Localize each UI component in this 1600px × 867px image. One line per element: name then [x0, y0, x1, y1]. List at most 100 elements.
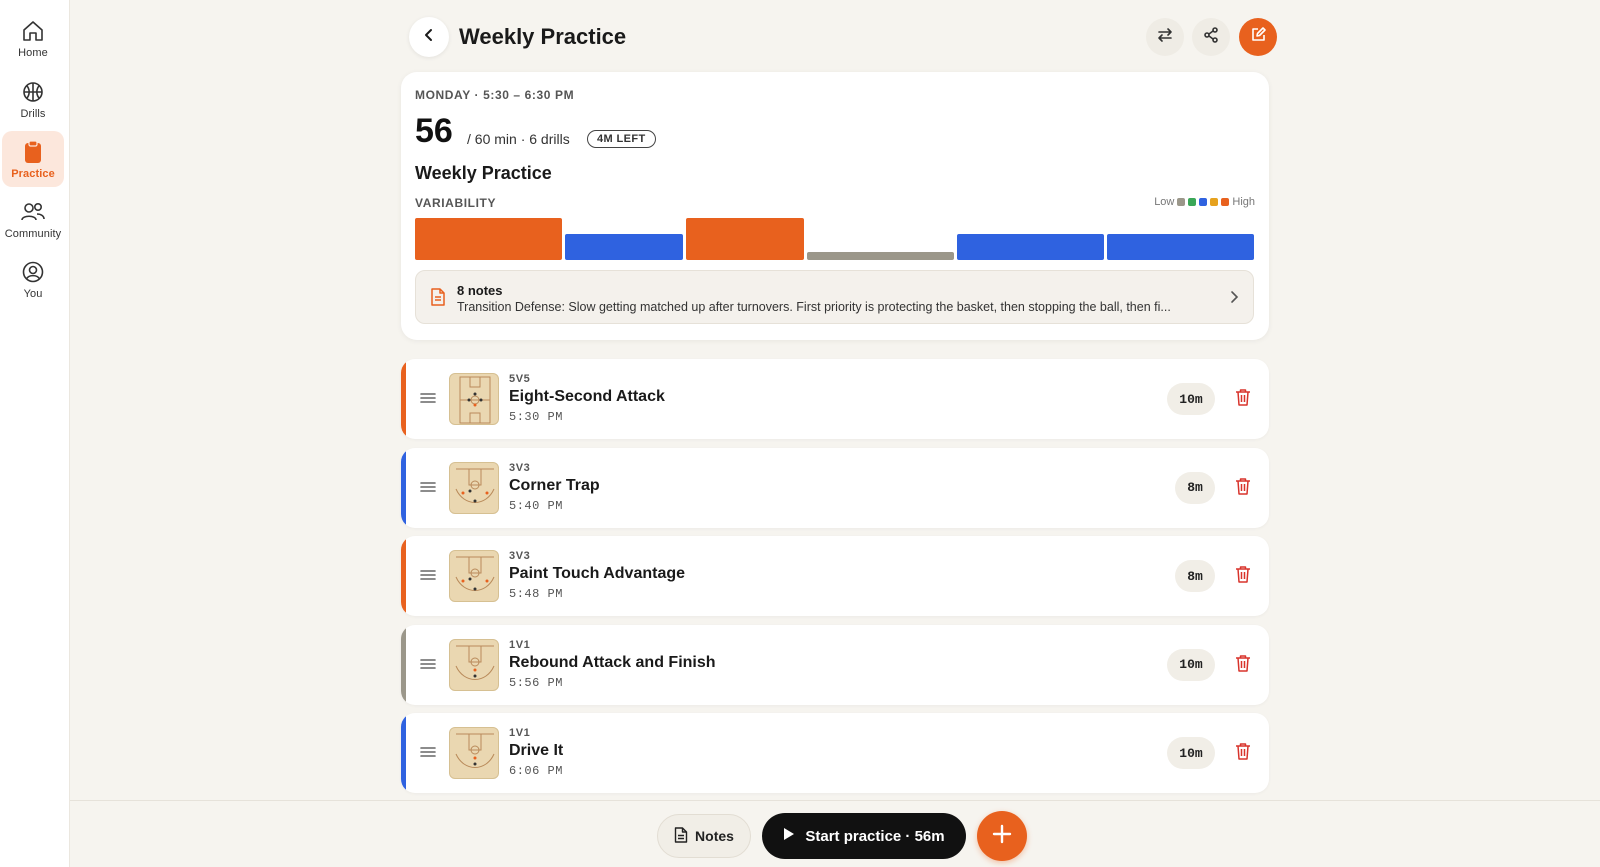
drill-name: Drive It [509, 742, 564, 759]
back-button[interactable] [409, 17, 449, 57]
variability-bars [415, 216, 1254, 260]
variability-bar [1106, 234, 1254, 260]
legend-swatch-grey [1177, 198, 1186, 206]
drill-type: 1V1 [509, 638, 531, 651]
drag-handle-icon[interactable] [419, 745, 437, 759]
drag-handle-icon[interactable] [419, 480, 437, 494]
trash-icon[interactable] [1235, 477, 1251, 500]
legend-swatch-orange [1221, 198, 1230, 206]
drill-duration[interactable]: 10m [1167, 383, 1215, 415]
court-diagram-thumbnail [449, 373, 499, 425]
user-icon [20, 259, 46, 285]
add-drill-button[interactable] [977, 811, 1027, 861]
nav-drills-label: Drills [20, 108, 46, 120]
variability-bar [806, 252, 954, 260]
notes-button[interactable]: Notes [657, 814, 751, 858]
variability-stripe [401, 624, 406, 705]
variability-bar [956, 234, 1104, 260]
share-icon [1202, 26, 1220, 49]
drill-name: Eight-Second Attack [509, 388, 665, 405]
drill-type: 1V1 [509, 727, 531, 739]
drill-start-time: 5:30 PM [509, 410, 563, 424]
back-arrow-icon [421, 27, 437, 48]
legend-low-label: Low [1154, 196, 1175, 208]
drill-row[interactable]: 1V1 Drive It 6:06 PM 10m [401, 713, 1269, 793]
play-icon [783, 827, 795, 845]
drill-type: 3V3 [509, 461, 531, 474]
time-remaining-badge: 4M LEFT [587, 130, 656, 148]
page-title: Weekly Practice [459, 24, 627, 49]
drill-duration[interactable]: 10m [1167, 648, 1215, 681]
swap-icon [1156, 26, 1174, 49]
drag-handle-icon[interactable] [419, 657, 437, 671]
drill-duration[interactable]: 8m [1175, 471, 1215, 504]
drill-row[interactable]: 1V1 Rebound Attack and Finish 5:56 PM 10m [401, 624, 1269, 705]
start-practice-button[interactable]: Start practice · 56m [762, 813, 966, 859]
document-icon [430, 288, 446, 311]
practice-title: Weekly Practice [415, 163, 552, 183]
nav-community-label: Community [4, 228, 62, 240]
edit-icon [1249, 26, 1267, 49]
variability-stripe [401, 359, 406, 439]
nav-you-label: You [23, 288, 43, 300]
drag-handle-icon[interactable] [419, 568, 437, 582]
drill-type: 3V3 [509, 550, 531, 562]
nav-you[interactable]: You [2, 251, 64, 307]
start-practice-label: Start practice · 56m [805, 827, 945, 845]
drill-start-time: 5:48 PM [509, 587, 563, 601]
drill-duration[interactable]: 10m [1167, 737, 1215, 769]
legend-swatch-green [1188, 198, 1197, 206]
nav-drills[interactable]: Drills [2, 71, 64, 127]
court-diagram-thumbnail [449, 727, 499, 779]
variability-stripe [401, 447, 406, 528]
drill-type: 5V5 [509, 373, 531, 385]
variability-label: VARIABILITY [415, 196, 497, 210]
sidebar: Home Drills Practice Community You [0, 0, 70, 867]
basketball-icon [20, 79, 46, 105]
plus-icon [992, 824, 1012, 849]
home-icon [20, 18, 46, 44]
legend-swatch-yellow [1210, 198, 1219, 206]
trash-icon[interactable] [1235, 742, 1251, 765]
nav-home[interactable]: Home [2, 10, 64, 66]
drill-duration[interactable]: 8m [1175, 560, 1215, 592]
variability-stripe [401, 536, 406, 616]
variability-stripe [401, 713, 406, 793]
nav-home-label: Home [18, 47, 48, 59]
trash-icon[interactable] [1235, 565, 1251, 588]
notes-count: 8 notes [457, 283, 503, 298]
nav-community[interactable]: Community [2, 191, 64, 247]
drill-row[interactable]: 3V3 Corner Trap 5:40 PM 8m [401, 447, 1269, 528]
drill-row[interactable]: 3V3 Paint Touch Advantage 5:48 PM 8m [401, 536, 1269, 616]
drill-start-time: 5:40 PM [509, 498, 563, 513]
practice-summary-card: MONDAY · 5:30 – 6:30 PM 56 / 60 min · 6 … [401, 72, 1269, 340]
notes-preview: Transition Defense: Slow getting matched… [457, 300, 1171, 314]
legend-high-label: High [1232, 196, 1255, 208]
trash-icon[interactable] [1235, 388, 1251, 411]
variability-legend: Low High [1154, 196, 1255, 208]
schedule-label: MONDAY · 5:30 – 6:30 PM [415, 88, 575, 102]
drill-start-time: 5:56 PM [509, 675, 563, 690]
minutes-meta: / 60 min · 6 drills [467, 131, 570, 147]
edit-button[interactable] [1239, 18, 1277, 56]
drill-name: Corner Trap [509, 476, 600, 494]
people-icon [20, 199, 46, 225]
swap-button[interactable] [1146, 18, 1184, 56]
court-diagram-thumbnail [449, 638, 499, 691]
share-button[interactable] [1192, 18, 1230, 56]
chevron-right-icon [1229, 290, 1239, 309]
court-diagram-thumbnail [449, 550, 499, 602]
drill-name: Rebound Attack and Finish [509, 653, 716, 671]
variability-bar [415, 218, 563, 260]
total-minutes: 56 [415, 112, 453, 150]
variability-bar [685, 218, 804, 260]
notes-summary[interactable]: 8 notes Transition Defense: Slow getting… [415, 270, 1254, 324]
clipboard-icon [20, 139, 46, 165]
drill-name: Paint Touch Advantage [509, 565, 686, 582]
trash-icon[interactable] [1235, 654, 1251, 677]
drag-handle-icon[interactable] [419, 391, 437, 405]
drill-row[interactable]: 5V5 Eight-Second Attack 5:30 PM 10m [401, 359, 1269, 439]
document-icon [674, 826, 688, 846]
drill-start-time: 6:06 PM [509, 764, 563, 778]
nav-practice[interactable]: Practice [2, 131, 64, 187]
